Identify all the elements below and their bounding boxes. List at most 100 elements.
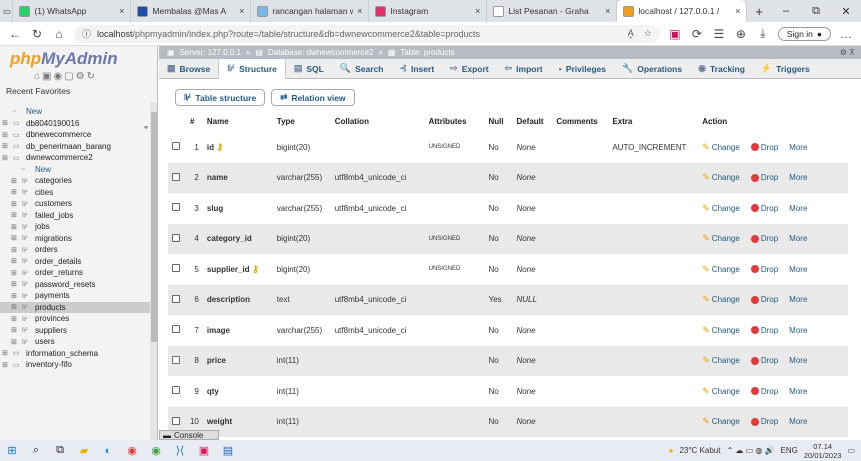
- more-button[interactable]: More: [789, 143, 807, 152]
- url-field[interactable]: ⓘ localhost/phpmyadmin/index.php?route=/…: [74, 24, 660, 43]
- close-tab-icon[interactable]: ×: [605, 6, 610, 16]
- browser-tab[interactable]: List Pesanan - Graha ×: [487, 0, 618, 22]
- expand-icon[interactable]: ⊞: [2, 131, 11, 139]
- read-aloud-icon[interactable]: A͓: [628, 28, 634, 39]
- browser-tab[interactable]: Membalas @Mas A ×: [131, 0, 252, 22]
- close-tab-icon[interactable]: ×: [735, 6, 740, 16]
- change-button[interactable]: ✎Change: [702, 203, 740, 214]
- menu-tab-import[interactable]: ⇦ Import: [497, 59, 551, 79]
- change-button[interactable]: ✎Change: [702, 172, 740, 183]
- menu-tab-search[interactable]: 🔍 Search: [332, 59, 392, 79]
- expand-icon[interactable]: ⊞: [11, 246, 20, 254]
- close-tab-icon[interactable]: ×: [119, 6, 124, 16]
- settings-icon[interactable]: ⚙ ⊼: [840, 48, 861, 57]
- tree-item[interactable]: ⊞ ⊮ order_details: [0, 256, 150, 268]
- change-button[interactable]: ✎Change: [702, 264, 740, 275]
- tree-item[interactable]: ⊞ ⊮ orders: [0, 244, 150, 256]
- expand-icon[interactable]: ⊞: [11, 234, 20, 242]
- search-icon[interactable]: ⌕: [24, 440, 48, 461]
- drop-button[interactable]: Drop: [750, 326, 778, 335]
- menu-tab-export[interactable]: ⇨ Export: [442, 59, 496, 79]
- tab-actions-icon[interactable]: ▭: [0, 0, 14, 22]
- tree-item[interactable]: ⊞ ⊮ payments: [0, 290, 150, 302]
- row-checkbox[interactable]: [172, 386, 180, 395]
- reload-icon[interactable]: ↻: [30, 27, 44, 41]
- home-icon[interactable]: ⌂: [52, 27, 66, 41]
- extension-icon[interactable]: ▣: [668, 27, 682, 41]
- tree-item[interactable]: ⊞ ▭ inventory-fifo: [0, 359, 150, 371]
- drop-button[interactable]: Drop: [750, 265, 778, 274]
- change-button[interactable]: ✎Change: [702, 325, 740, 336]
- expand-icon[interactable]: ⊞: [2, 119, 11, 127]
- close-tab-icon[interactable]: ×: [239, 6, 244, 16]
- more-button[interactable]: More: [789, 387, 807, 396]
- more-button[interactable]: More: [789, 173, 807, 182]
- chrome-profile-icon[interactable]: ◉: [144, 440, 168, 461]
- recent-tab[interactable]: Recent: [6, 86, 33, 96]
- expand-icon[interactable]: ⊞: [11, 188, 20, 196]
- expand-icon[interactable]: ⊞: [2, 142, 11, 150]
- tree-item[interactable]: ⊞ ⊮ categories: [0, 175, 150, 187]
- table-structure-tab[interactable]: ⊮ Table structure: [175, 89, 266, 106]
- breadcrumb-table[interactable]: Table: products: [400, 48, 454, 57]
- close-tab-icon[interactable]: ×: [357, 6, 362, 16]
- tree-item[interactable]: ⊞ ▭ db_penerimaan_barang: [0, 141, 150, 153]
- expand-icon[interactable]: ⊞: [2, 154, 11, 162]
- more-button[interactable]: More: [789, 204, 807, 213]
- menu-tab-insert[interactable]: ⊰ Insert: [391, 59, 442, 79]
- clock[interactable]: 07.14 20/01/2023: [804, 442, 842, 460]
- breadcrumb-server[interactable]: Server: 127.0.0.1: [180, 48, 241, 57]
- expand-icon[interactable]: ⊞: [11, 315, 20, 323]
- minimize-icon[interactable]: –: [771, 5, 801, 18]
- browser-tab[interactable]: Instagram ×: [369, 0, 488, 22]
- breadcrumb-database[interactable]: Database: dwnewcommerce2: [268, 48, 373, 57]
- nav-scrollbar[interactable]: [150, 102, 157, 440]
- row-checkbox[interactable]: [172, 172, 180, 181]
- back-icon[interactable]: ←: [8, 27, 22, 41]
- tree-item[interactable]: ⊞ ⊮ cities: [0, 187, 150, 199]
- menu-tab-operations[interactable]: 🔧 Operations: [614, 59, 690, 79]
- browser-tab[interactable]: localhost / 127.0.0.1 / ×: [617, 0, 748, 22]
- refresh-ext-icon[interactable]: ⟳: [690, 27, 704, 41]
- drop-button[interactable]: Drop: [750, 234, 778, 243]
- drop-button[interactable]: Drop: [750, 173, 778, 182]
- expand-icon[interactable]: ⊞: [11, 326, 20, 334]
- drop-button[interactable]: Drop: [750, 204, 778, 213]
- expand-icon[interactable]: ⊞: [2, 361, 11, 369]
- weather-text[interactable]: 23°C Kabut: [679, 446, 720, 455]
- menu-tab-triggers[interactable]: ⚡ Triggers: [753, 59, 818, 79]
- tree-item[interactable]: ⊞ ⊮ customers: [0, 198, 150, 210]
- menu-tab-browse[interactable]: ▦ Browse: [159, 59, 218, 79]
- tree-item[interactable]: ⊞ ⊮ suppliers: [0, 325, 150, 337]
- vscode-icon[interactable]: ⟩⟨: [168, 440, 192, 461]
- tree-item[interactable]: ⊞ ⊮ provinces: [0, 313, 150, 325]
- language-indicator[interactable]: ENG: [781, 446, 798, 455]
- expand-icon[interactable]: ⊞: [11, 303, 20, 311]
- more-button[interactable]: More: [789, 265, 807, 274]
- more-options-icon[interactable]: …: [839, 27, 853, 41]
- row-checkbox[interactable]: [172, 142, 180, 151]
- tree-item[interactable]: ⊞ ⊮ password_resets: [0, 279, 150, 291]
- change-button[interactable]: ✎Change: [702, 233, 740, 244]
- menu-tab-privileges[interactable]: ▪ Privileges: [551, 59, 614, 79]
- expand-icon[interactable]: ⊞: [11, 269, 20, 277]
- tree-item[interactable]: ⊞ ▭ information_schema: [0, 348, 150, 360]
- expand-icon[interactable]: ⊞: [11, 257, 20, 265]
- sign-in-button[interactable]: Sign in ●: [777, 26, 831, 41]
- app-pink-icon[interactable]: ▣: [192, 440, 216, 461]
- row-checkbox[interactable]: [172, 325, 180, 334]
- tree-item[interactable]: ⊞ ▭ dbnewecommerce: [0, 129, 150, 141]
- new-tab-button[interactable]: +: [747, 4, 771, 19]
- more-button[interactable]: More: [789, 326, 807, 335]
- expand-icon[interactable]: ⊞: [2, 349, 11, 357]
- tree-item[interactable]: ⊞ ▭ db8040190016: [0, 118, 150, 130]
- drop-button[interactable]: Drop: [750, 295, 778, 304]
- expand-icon[interactable]: ⊞: [11, 280, 20, 288]
- row-checkbox[interactable]: [172, 233, 180, 242]
- tree-item[interactable]: ▫ New: [0, 106, 150, 118]
- download-icon[interactable]: ⤓: [756, 26, 770, 41]
- drop-button[interactable]: Drop: [750, 387, 778, 396]
- phpmyadmin-logo[interactable]: phpMyAdmin: [0, 46, 157, 69]
- browser-tab[interactable]: rancangan halaman w ×: [251, 0, 370, 22]
- tray-icons[interactable]: ⌃ ☁ ▭ ◍ 🔊: [726, 446, 774, 455]
